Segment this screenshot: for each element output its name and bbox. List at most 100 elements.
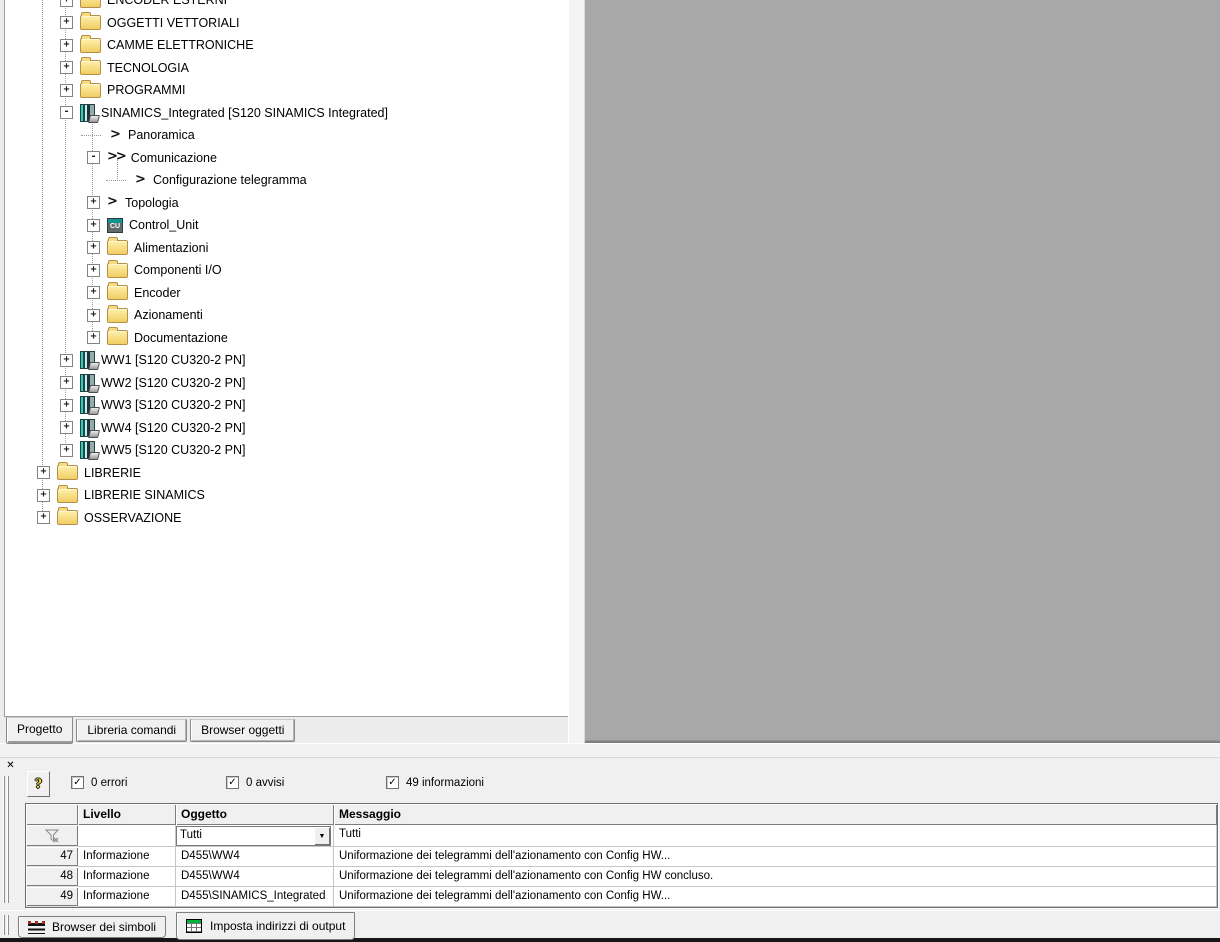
message-row[interactable]: 49 Informazione D455\SINAMICS_Integrated… xyxy=(26,887,1217,907)
dropdown-arrow-icon[interactable] xyxy=(314,827,330,845)
checkbox-checked-icon[interactable] xyxy=(386,776,399,789)
expand-toggle-icon[interactable] xyxy=(60,61,73,75)
column-header-index xyxy=(26,804,78,825)
tree-item[interactable]: WW2 [S120 CU320-2 PN] xyxy=(7,372,566,395)
expand-toggle-icon[interactable] xyxy=(87,196,100,210)
filter-infos[interactable]: 49 informazioni xyxy=(386,776,484,789)
row-messaggio: Uniformazione dei telegrammi dell'aziona… xyxy=(334,887,1217,907)
oggetto-filter-combobox[interactable]: Tutti xyxy=(176,826,331,846)
table-header-row: Livello Oggetto Messaggio xyxy=(26,804,1217,825)
expand-toggle-icon[interactable] xyxy=(37,511,50,525)
workspace-area: Genera assegnazione simbolica ✕ 46% Annu… xyxy=(585,0,1220,743)
row-livello: Informazione xyxy=(78,867,176,887)
folder-icon xyxy=(107,304,128,323)
tab-imposta-indirizzi-di-output[interactable]: Imposta indirizzi di output xyxy=(176,912,356,940)
filter-warnings-label: 0 avvisi xyxy=(246,776,285,789)
tree-item[interactable]: Configurazione telegramma xyxy=(7,169,566,192)
expand-toggle-icon[interactable] xyxy=(87,263,100,277)
expand-toggle-icon[interactable] xyxy=(60,376,73,390)
tree-connector-stub xyxy=(81,130,103,141)
expand-toggle-icon[interactable] xyxy=(60,443,73,457)
expand-toggle-icon[interactable] xyxy=(60,83,73,97)
vertical-splitter[interactable] xyxy=(568,0,585,744)
tree-item[interactable]: Componenti I/O xyxy=(7,259,566,282)
expand-toggle-icon[interactable] xyxy=(60,421,73,435)
tree-connector-stub xyxy=(106,175,128,186)
filter-livello-cell[interactable] xyxy=(78,825,176,847)
project-tree: ENCODER ESTERNI OGGETTI VETTORIALI CAMME… xyxy=(7,0,566,714)
tab-progetto[interactable]: Progetto xyxy=(6,717,74,744)
sinamics-drive-icon xyxy=(80,373,95,392)
checkbox-checked-icon[interactable] xyxy=(226,776,239,789)
address-table-icon xyxy=(186,919,202,933)
tree-item[interactable]: Encoder xyxy=(7,282,566,305)
folder-icon xyxy=(80,12,101,31)
tree-item[interactable]: WW5 [S120 CU320-2 PN] xyxy=(7,439,566,462)
expand-toggle-icon[interactable] xyxy=(87,286,100,300)
tree-item[interactable]: WW4 [S120 CU320-2 PN] xyxy=(7,417,566,440)
tree-item[interactable]: SINAMICS_Integrated [S120 SINAMICS Integ… xyxy=(7,102,566,125)
tree-item[interactable]: ENCODER ESTERNI xyxy=(7,0,566,12)
folder-icon xyxy=(107,327,128,346)
column-header-oggetto: Oggetto xyxy=(176,804,334,825)
expand-toggle-icon[interactable] xyxy=(60,398,73,412)
folder-icon xyxy=(57,484,78,503)
tree-item[interactable]: OGGETTI VETTORIALI xyxy=(7,12,566,35)
row-number: 49 xyxy=(26,887,78,907)
column-header-messaggio: Messaggio xyxy=(334,804,1217,825)
tab-label: Imposta indirizzi di output xyxy=(210,919,346,933)
expand-toggle-icon[interactable] xyxy=(87,241,100,255)
tree-item[interactable]: Azionamenti xyxy=(7,304,566,327)
expand-toggle-icon[interactable] xyxy=(37,488,50,502)
tree-item[interactable]: Panoramica xyxy=(7,124,566,147)
symbol-list-icon xyxy=(28,920,45,934)
filter-errors[interactable]: 0 errori xyxy=(71,776,127,789)
control-unit-icon xyxy=(107,217,123,233)
checkbox-checked-icon[interactable] xyxy=(71,776,84,789)
tree-item[interactable]: TECNOLOGIA xyxy=(7,57,566,80)
expand-toggle-icon[interactable] xyxy=(87,331,100,345)
expand-toggle-icon[interactable] xyxy=(87,308,100,322)
tree-item[interactable]: Comunicazione xyxy=(7,147,566,170)
tree-item[interactable]: WW1 [S120 CU320-2 PN] xyxy=(7,349,566,372)
message-row[interactable]: 48 Informazione D455\WW4 Uniformazione d… xyxy=(26,867,1217,887)
collapse-toggle-icon[interactable] xyxy=(60,106,73,120)
tab-libreria-comandi[interactable]: Libreria comandi xyxy=(76,719,188,742)
tree-item[interactable]: LIBRERIE SINAMICS xyxy=(7,484,566,507)
tree-item[interactable]: LIBRERIE xyxy=(7,462,566,485)
tree-item[interactable]: Control_Unit xyxy=(7,214,566,237)
folder-icon xyxy=(107,237,128,256)
chevron-right-icon xyxy=(135,173,147,188)
tree-item[interactable]: Alimentazioni xyxy=(7,237,566,260)
help-button[interactable]: ? xyxy=(27,771,50,797)
expand-toggle-icon[interactable] xyxy=(60,16,73,30)
double-chevron-icon xyxy=(107,150,125,165)
combobox-value: Tutti xyxy=(180,829,202,841)
chevron-right-icon xyxy=(107,195,119,210)
folder-icon xyxy=(80,79,101,98)
expand-toggle-icon[interactable] xyxy=(60,38,73,52)
message-row[interactable]: 47 Informazione D455\WW4 Uniformazione d… xyxy=(26,847,1217,867)
tree-item[interactable]: PROGRAMMI xyxy=(7,79,566,102)
tree-item[interactable]: Documentazione xyxy=(7,327,566,350)
expand-toggle-icon[interactable] xyxy=(60,0,73,7)
expand-toggle-icon[interactable] xyxy=(60,353,73,367)
expand-toggle-icon[interactable] xyxy=(37,466,50,480)
expand-toggle-icon[interactable] xyxy=(87,218,100,232)
filter-funnel-icon[interactable] xyxy=(26,825,78,847)
tree-item[interactable]: Topologia xyxy=(7,192,566,215)
tree-item[interactable]: WW3 [S120 CU320-2 PN] xyxy=(7,394,566,417)
panel-drag-grip[interactable] xyxy=(3,776,10,903)
tree-item[interactable]: OSSERVAZIONE xyxy=(7,507,566,530)
filter-messaggio-cell[interactable]: Tutti xyxy=(334,825,1217,847)
folder-icon xyxy=(57,462,78,481)
tab-browser-dei-simboli[interactable]: Browser dei simboli xyxy=(18,916,167,938)
sinamics-drive-icon xyxy=(80,396,95,415)
project-view-tabs: Progetto Libreria comandi Browser oggett… xyxy=(6,717,298,748)
collapse-toggle-icon[interactable] xyxy=(87,151,100,165)
filter-warnings[interactable]: 0 avvisi xyxy=(226,776,284,789)
panel-close-icon[interactable]: ✕ xyxy=(4,759,17,772)
tree-item[interactable]: CAMME ELETTRONICHE xyxy=(7,34,566,57)
tabbar-drag-grip[interactable] xyxy=(3,915,10,935)
tab-browser-oggetti[interactable]: Browser oggetti xyxy=(190,719,296,742)
